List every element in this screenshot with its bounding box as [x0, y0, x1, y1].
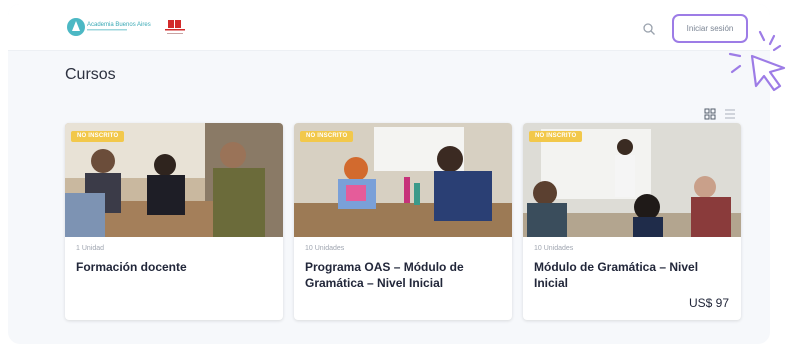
status-badge: NO INSCRITO — [529, 131, 583, 142]
status-badge: NO INSCRITO — [300, 131, 354, 142]
cursor-click-icon — [728, 30, 786, 92]
course-title[interactable]: Módulo de Gramática – Nivel Inicial — [534, 259, 730, 291]
logo-text: Academia Buenos Aires — [87, 22, 151, 28]
grid-view-icon[interactable] — [704, 108, 716, 120]
page-title: Cursos — [65, 66, 116, 83]
course-card[interactable]: NO INSCRITO 1 Unidad Formación docente — [65, 123, 283, 320]
top-bar: Academia Buenos Aires Iniciar sesión — [8, 4, 770, 51]
page-panel: Academia Buenos Aires Iniciar sesión Cur… — [8, 4, 770, 344]
academia-logo[interactable]: Academia Buenos Aires — [65, 16, 191, 44]
search-icon[interactable] — [642, 22, 656, 36]
status-badge: NO INSCRITO — [71, 131, 125, 142]
course-units: 10 Unidades — [534, 245, 574, 252]
course-price: US$ 97 — [688, 296, 729, 310]
list-view-icon[interactable] — [725, 109, 735, 119]
course-card[interactable]: NO INSCRITO 10 Unidades Módulo de Gramát… — [523, 123, 741, 320]
course-units: 1 Unidad — [76, 245, 105, 252]
course-units: 10 Unidades — [305, 245, 345, 252]
view-toggle — [704, 108, 735, 120]
course-title[interactable]: Programa OAS – Módulo de Gramática – Niv… — [305, 259, 501, 291]
course-title[interactable]: Formación docente — [76, 259, 272, 275]
course-card[interactable]: NO INSCRITO 10 Unidades Programa OAS – M… — [294, 123, 512, 320]
